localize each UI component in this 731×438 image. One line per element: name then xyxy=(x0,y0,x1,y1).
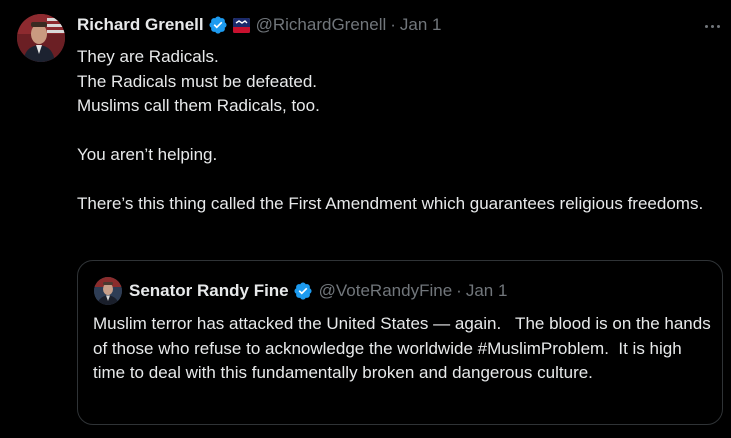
author-name[interactable]: Richard Grenell xyxy=(77,15,204,35)
tweet-line: You aren’t helping. xyxy=(77,145,218,164)
cpac-affiliate-icon[interactable] xyxy=(232,17,250,33)
more-options-icon[interactable] xyxy=(700,14,724,38)
author-avatar[interactable] xyxy=(17,14,65,62)
quoted-author-avatar[interactable] xyxy=(94,277,122,305)
tweet: Richard Grenell @RichardGrenell · Jan 1 … xyxy=(0,0,731,438)
tweet-line: They are Radicals. xyxy=(77,47,219,66)
quoted-author-name[interactable]: Senator Randy Fine xyxy=(129,281,289,301)
separator-dot: · xyxy=(390,15,396,34)
tweet-line: Muslims call them Radicals, too. xyxy=(77,96,320,115)
quoted-tweet-date[interactable]: Jan 1 xyxy=(466,281,508,301)
verified-badge-icon xyxy=(293,281,313,301)
tweet-date[interactable]: Jan 1 xyxy=(400,15,442,35)
quoted-tweet-text: Muslim terror has attacked the United St… xyxy=(93,314,716,382)
tweet-text: They are Radicals. The Radicals must be … xyxy=(77,45,717,217)
tweet-header: Richard Grenell @RichardGrenell · Jan 1 xyxy=(77,13,442,37)
author-handle[interactable]: @RichardGrenell xyxy=(256,15,387,35)
quoted-tweet[interactable]: Senator Randy Fine @VoteRandyFine · Jan … xyxy=(77,260,723,425)
tweet-line: There’s this thing called the First Amen… xyxy=(77,194,704,213)
tweet-line: The Radicals must be defeated. xyxy=(77,71,318,91)
author-avatar-image xyxy=(17,14,65,62)
quoted-avatar-image xyxy=(94,277,122,305)
verified-badge-icon xyxy=(208,15,228,35)
quoted-author-handle[interactable]: @VoteRandyFine xyxy=(319,281,453,301)
quoted-header: Senator Randy Fine @VoteRandyFine · Jan … xyxy=(129,279,507,303)
separator-dot: · xyxy=(456,281,462,300)
